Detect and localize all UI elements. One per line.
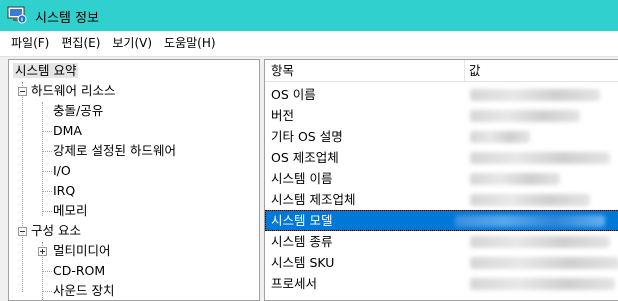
redacted-value xyxy=(455,215,605,227)
redacted-value xyxy=(470,173,560,185)
tree-item-label: 멀티미디어 xyxy=(53,243,111,258)
details-list[interactable]: 항목 값 OS 이름 버전 기타 OS 설명 OS 제조업체 시스템 이름 시스… xyxy=(264,59,618,301)
redacted-value xyxy=(470,131,530,143)
window-title: 시스템 정보 xyxy=(35,11,99,26)
tree-item-label: I/O xyxy=(53,163,71,178)
row-item-name: 프로세서 xyxy=(271,276,318,291)
row-item-name: 시스템 이름 xyxy=(271,171,333,186)
tree-item-memory[interactable]: 메모리 xyxy=(53,201,88,221)
redacted-value xyxy=(470,236,610,248)
list-row-version[interactable]: 버전 xyxy=(265,105,618,126)
tree-item-sound-device[interactable]: 사운드 장치 xyxy=(53,281,115,300)
list-row-system-model[interactable]: 시스템 모델 xyxy=(265,210,618,231)
redacted-value xyxy=(470,152,610,164)
tree-connector xyxy=(42,131,52,133)
system-info-icon xyxy=(7,6,27,24)
tree-item-cdrom[interactable]: CD-ROM xyxy=(53,261,105,281)
list-row-os-manufacturer[interactable]: OS 제조업체 xyxy=(265,147,618,168)
list-row-processor[interactable]: 프로세서 xyxy=(265,273,618,294)
list-row-other-os-desc[interactable]: 기타 OS 설명 xyxy=(265,126,618,147)
tree-item-io[interactable]: I/O xyxy=(53,161,71,181)
tree-item-label: 시스템 요약 xyxy=(13,63,79,78)
tree-connector xyxy=(42,291,52,293)
tree-connector xyxy=(22,82,24,292)
list-row-system-manufacturer[interactable]: 시스템 제조업체 xyxy=(265,189,618,210)
redacted-value xyxy=(470,194,590,206)
redacted-value xyxy=(470,89,600,101)
expand-icon[interactable] xyxy=(38,247,47,256)
tree-item-label: 메모리 xyxy=(53,203,88,218)
tree-item-system-summary[interactable]: 시스템 요약 xyxy=(13,61,79,81)
column-header-item[interactable]: 항목 xyxy=(265,60,465,82)
row-item-name: 버전 xyxy=(271,108,295,123)
tree-item-forced-hardware[interactable]: 강제로 설정된 하드웨어 xyxy=(53,141,176,161)
tree-item-conflicts[interactable]: 충돌/공유 xyxy=(53,101,103,121)
redacted-value xyxy=(470,278,615,290)
tree-connector xyxy=(42,102,44,216)
tree-item-label: 구성 요소 xyxy=(31,223,81,238)
redacted-value xyxy=(470,110,580,122)
row-item-name: 시스템 제조업체 xyxy=(271,192,356,207)
tree-item-hardware-resources[interactable]: 하드웨어 리소스 xyxy=(31,81,115,101)
redacted-value xyxy=(470,257,618,269)
list-row-system-sku[interactable]: 시스템 SKU xyxy=(265,252,618,273)
list-row-system-type[interactable]: 시스템 종류 xyxy=(265,231,618,252)
tree-connector xyxy=(42,271,52,273)
category-tree[interactable]: 시스템 요약 하드웨어 리소스 충돌/공유 DMA 강제로 설정된 하드웨어 I… xyxy=(8,59,260,301)
menu-view[interactable]: 보기(V) xyxy=(107,31,157,56)
menu-file[interactable]: 파일(F) xyxy=(6,31,54,56)
title-bar[interactable]: 시스템 정보 xyxy=(0,0,618,31)
collapse-icon[interactable] xyxy=(18,87,27,96)
row-item-name: 시스템 종류 xyxy=(271,234,333,249)
tree-item-irq[interactable]: IRQ xyxy=(53,181,75,201)
menu-bar: 파일(F) 편집(E) 보기(V) 도움말(H) xyxy=(0,31,618,57)
tree-item-dma[interactable]: DMA xyxy=(53,121,82,141)
tree-item-label: DMA xyxy=(53,123,82,138)
tree-item-label: 충돌/공유 xyxy=(53,103,104,118)
column-header-value[interactable]: 값 xyxy=(465,60,618,82)
row-item-name: 기타 OS 설명 xyxy=(271,129,343,144)
row-item-name: 시스템 모델 xyxy=(271,213,333,228)
menu-edit[interactable]: 편집(E) xyxy=(56,31,105,56)
tree-item-label: 하드웨어 리소스 xyxy=(31,83,116,98)
collapse-icon[interactable] xyxy=(18,227,27,236)
tree-connector xyxy=(42,151,52,153)
tree-item-label: 강제로 설정된 하드웨어 xyxy=(53,143,176,158)
tree-connector xyxy=(42,191,52,193)
tree-connector xyxy=(42,171,52,173)
tree-item-label: CD-ROM xyxy=(53,263,106,278)
tree-connector xyxy=(42,211,52,213)
tree-item-label: 사운드 장치 xyxy=(53,283,115,298)
tree-item-components[interactable]: 구성 요소 xyxy=(31,221,81,241)
row-item-name: OS 제조업체 xyxy=(271,150,339,165)
row-item-name: OS 이름 xyxy=(271,87,316,102)
tree-item-label: IRQ xyxy=(53,183,76,198)
list-row-os-name[interactable]: OS 이름 xyxy=(265,84,618,105)
menu-help[interactable]: 도움말(H) xyxy=(159,31,221,56)
tree-item-multimedia[interactable]: 멀티미디어 xyxy=(53,241,111,261)
list-row-system-name[interactable]: 시스템 이름 xyxy=(265,168,618,189)
row-item-name: 시스템 SKU xyxy=(271,255,335,270)
